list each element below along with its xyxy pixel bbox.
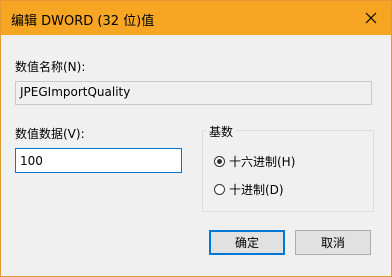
close-button[interactable] <box>351 1 391 35</box>
title-bar[interactable]: 编辑 DWORD (32 位)值 <box>1 1 391 35</box>
radio-decimal[interactable]: 十进制(D) <box>214 181 284 198</box>
cancel-button[interactable]: 取消 <box>295 230 371 255</box>
edit-dword-dialog: 编辑 DWORD (32 位)值 数值名称(N): JPEGImportQual… <box>0 0 392 277</box>
base-groupbox <box>202 130 374 212</box>
value-data-input[interactable] <box>15 148 182 173</box>
value-name-label: 数值名称(N): <box>15 60 86 74</box>
base-group-title: 基数 <box>206 123 237 140</box>
radio-hexadecimal[interactable]: 十六进制(H) <box>214 153 295 170</box>
value-name-field[interactable]: JPEGImportQuality <box>15 81 372 105</box>
ok-button[interactable]: 确定 <box>209 230 285 255</box>
radio-button-unchecked[interactable] <box>214 184 225 195</box>
radio-decimal-label: 十进制(D) <box>229 183 284 197</box>
close-icon <box>365 12 377 24</box>
dialog-title: 编辑 DWORD (32 位)值 <box>11 14 155 29</box>
radio-hexadecimal-label: 十六进制(H) <box>229 155 296 169</box>
value-data-label: 数值数据(V): <box>15 127 85 141</box>
radio-button-checked[interactable] <box>214 156 225 167</box>
